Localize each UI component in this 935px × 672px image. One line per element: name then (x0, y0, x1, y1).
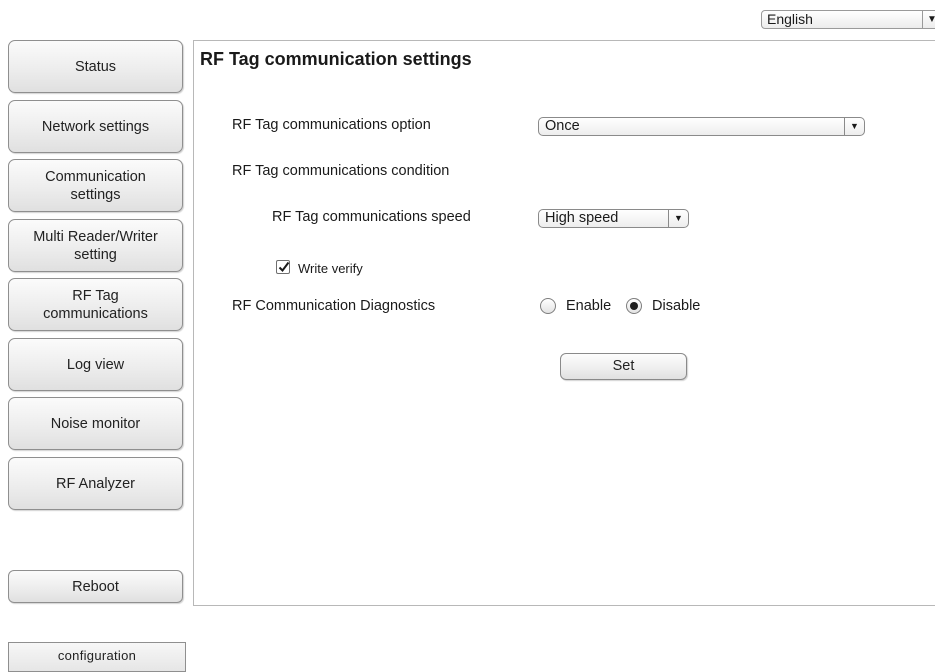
language-select[interactable]: English ▼ (761, 10, 935, 29)
communications-option-value: Once (545, 118, 580, 134)
sidebar-item-network-settings[interactable]: Network settings (8, 100, 183, 153)
diagnostics-enable-radio[interactable] (540, 298, 556, 314)
sidebar-item-label: Multi Reader/Writer setting (33, 228, 158, 263)
write-verify-checkbox[interactable] (276, 260, 290, 274)
check-icon (278, 261, 290, 273)
sidebar-item-label: RF Analyzer (56, 475, 135, 492)
speed-label: RF Tag communications speed (272, 209, 471, 225)
sidebar-item-label: Network settings (41, 118, 150, 135)
chevron-down-icon: ▼ (922, 11, 935, 28)
chevron-down-icon: ▼ (844, 118, 864, 135)
sidebar-item-status[interactable]: Status (8, 40, 183, 93)
language-select-value: English (767, 11, 813, 27)
diagnostics-enable-label: Enable (566, 298, 612, 314)
sidebar-item-noise-monitor[interactable]: Noise monitor (8, 397, 183, 450)
sidebar-item-rf-analyzer[interactable]: RF Analyzer (8, 457, 183, 510)
sidebar-item-label: Noise monitor (50, 415, 141, 432)
radio-selected-dot (630, 302, 638, 310)
sidebar-item-label: Status (74, 58, 117, 75)
sidebar-item-rf-tag-communications[interactable]: RF Tag communications (8, 278, 183, 331)
sidebar-item-multi-reader-writer[interactable]: Multi Reader/Writer setting (8, 219, 183, 272)
sidebar-item-log-view[interactable]: Log view (8, 338, 183, 391)
diagnostics-label: RF Communication Diagnostics (232, 298, 436, 314)
sidebar-item-label: Log view (66, 356, 125, 373)
configuration-button[interactable]: configuration (8, 642, 186, 672)
sidebar-item-label: Communication settings (45, 168, 146, 203)
set-button[interactable]: Set (560, 353, 687, 380)
diagnostics-disable-label: Disable (652, 298, 701, 314)
communications-speed-value: High speed (545, 210, 619, 226)
page-title: RF Tag communication settings (200, 49, 472, 69)
condition-label: RF Tag communications condition (232, 163, 450, 179)
sidebar-item-communication-settings[interactable]: Communication settings (8, 159, 183, 212)
diagnostics-disable-radio[interactable] (626, 298, 642, 314)
write-verify-label: Write verify (298, 261, 363, 276)
communications-speed-select[interactable]: High speed ▼ (538, 209, 689, 228)
option-label: RF Tag communications option (232, 117, 431, 133)
communications-option-select[interactable]: Once ▼ (538, 117, 865, 136)
reboot-button-label: Reboot (72, 578, 119, 595)
reboot-button[interactable]: Reboot (8, 570, 183, 603)
sidebar-item-label: RF Tag communications (43, 287, 148, 322)
chevron-down-icon: ▼ (668, 210, 688, 227)
